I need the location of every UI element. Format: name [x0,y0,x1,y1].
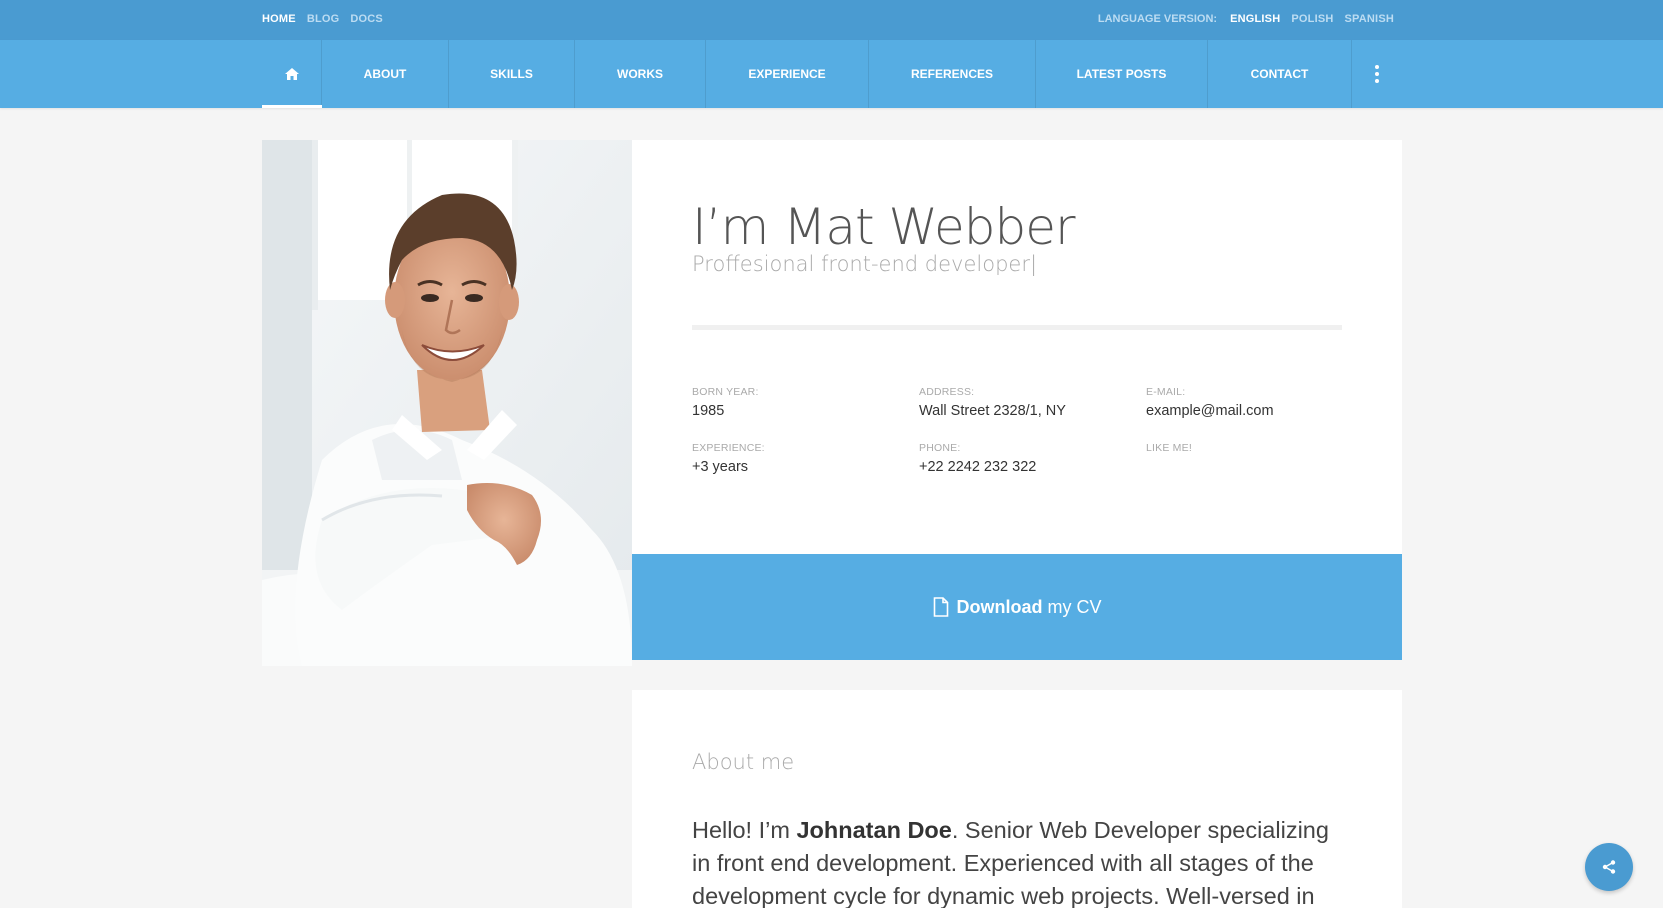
born-year-label: BORN YEAR: [692,386,759,398]
profile-divider [692,325,1342,330]
nav-skills[interactable]: SKILLS [449,40,575,108]
nav-works[interactable]: WORKS [575,40,706,108]
top-link-home[interactable]: HOME [262,13,296,25]
about-section: About me Hello! I’m Johnatan Doe. Senior… [632,690,1402,908]
nav-home[interactable] [262,40,322,108]
main-navigation: ABOUT SKILLS WORKS EXPERIENCE REFERENCES… [0,40,1663,108]
address-value: Wall Street 2328/1, NY [919,403,1066,419]
nav-references[interactable]: REFERENCES [869,40,1036,108]
language-english[interactable]: ENGLISH [1230,13,1280,25]
info-born-year: BORN YEAR: 1985 [692,386,759,419]
top-links: HOME BLOG DOCS [262,13,383,25]
language-polish[interactable]: POLISH [1291,13,1333,25]
experience-label: EXPERIENCE: [692,442,765,454]
info-email: E-MAIL: example@mail.com [1146,386,1274,419]
more-vertical-icon [1375,65,1379,83]
address-label: ADDRESS: [919,386,975,398]
info-address: ADDRESS: Wall Street 2328/1, NY [919,386,1066,419]
info-experience: EXPERIENCE: +3 years [692,442,765,475]
language-label: LANGUAGE VERSION: [1097,13,1218,25]
file-icon [933,597,948,617]
phone-label: PHONE: [919,442,961,454]
about-text-name: Johnatan Doe [796,817,952,843]
profile-card: I’m Mat Webber Proffesional front-end de… [632,140,1402,554]
profile-name: I’m Mat Webber [692,198,1076,256]
download-cv-strong: Download [956,596,1043,617]
top-link-docs[interactable]: DOCS [350,13,383,25]
language-spanish[interactable]: SPANISH [1345,13,1394,25]
phone-value: +22 2242 232 322 [919,459,1037,475]
info-like-me: LIKE ME! [1146,442,1192,454]
nav-contact[interactable]: CONTACT [1208,40,1352,108]
profile-photo [262,140,632,666]
like-me-label: LIKE ME! [1146,442,1192,454]
email-label: E-MAIL: [1146,386,1186,398]
nav-about[interactable]: ABOUT [322,40,449,108]
more-menu-button[interactable] [1352,40,1402,108]
language-switcher: LANGUAGE VERSION: ENGLISH POLISH SPANISH [1098,13,1394,25]
home-icon [284,68,299,80]
top-bar: HOME BLOG DOCS LANGUAGE VERSION: ENGLISH… [0,0,1663,40]
info-phone: PHONE: +22 2242 232 322 [919,442,1036,475]
about-text-pre: Hello! I’m [692,817,797,843]
nav-experience[interactable]: EXPERIENCE [706,40,869,108]
download-cv-button[interactable]: Download my CV [632,554,1402,660]
email-value[interactable]: example@mail.com [1146,403,1274,419]
profile-subtitle: Proffesional front-end developer| [692,252,1038,276]
about-text: Hello! I’m Johnatan Doe. Senior Web Deve… [692,814,1352,908]
profile-photo-illustration [262,140,632,666]
nav-list: ABOUT SKILLS WORKS EXPERIENCE REFERENCES… [262,40,1402,108]
share-icon [1602,860,1616,874]
download-cv-rest: my CV [1047,596,1102,617]
top-link-blog[interactable]: BLOG [307,13,340,25]
born-year-value: 1985 [692,403,725,419]
nav-latest-posts[interactable]: LATEST POSTS [1036,40,1208,108]
experience-value: +3 years [692,459,749,475]
about-title: About me [692,750,795,774]
share-button[interactable] [1585,843,1633,891]
